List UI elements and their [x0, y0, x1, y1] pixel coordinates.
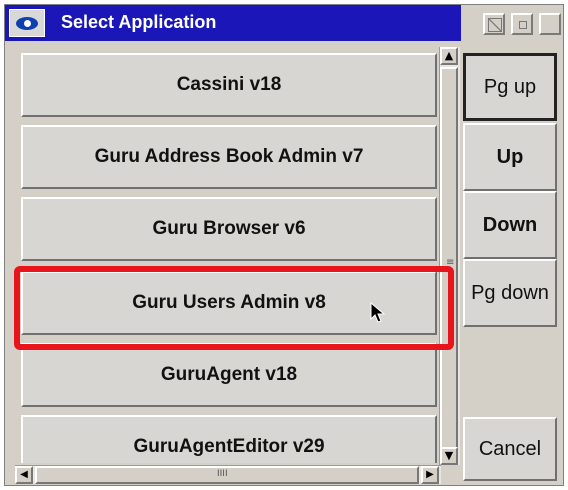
arrow-right-icon[interactable]: ▶ [421, 466, 439, 484]
application-list: Cassini v18 Guru Address Book Admin v7 G… [9, 45, 447, 463]
app-button-browser[interactable]: Guru Browser v6 [21, 197, 437, 261]
mouse-pointer-icon [370, 301, 386, 328]
down-button[interactable]: Down [463, 191, 557, 259]
app-button-guruagent-editor[interactable]: GuruAgentEditor v29 [21, 415, 437, 463]
arrow-down-icon[interactable]: ▼ [440, 447, 458, 465]
title-bar[interactable]: Select Application [5, 5, 461, 41]
arrow-left-icon[interactable]: ◀ [15, 466, 33, 484]
app-button-guruagent[interactable]: GuruAgent v18 [21, 343, 437, 407]
eye-icon [16, 17, 38, 30]
up-button[interactable]: Up [463, 123, 557, 191]
horizontal-scrollbar[interactable]: ◀ IIII ▶ [15, 465, 441, 484]
app-button-address-book-admin[interactable]: Guru Address Book Admin v7 [21, 125, 437, 189]
hscroll-grip-icon: IIII [217, 469, 228, 479]
cancel-button[interactable]: Cancel [463, 417, 557, 481]
app-button-cassini[interactable]: Cassini v18 [21, 53, 437, 117]
minimize-button[interactable] [483, 13, 505, 35]
horizontal-scroll-thumb[interactable]: IIII [35, 466, 419, 484]
close-button[interactable] [539, 13, 561, 35]
vertical-scrollbar[interactable]: ▲ ≡ ▼ [439, 47, 460, 465]
select-application-window: Select Application Cassini v18 Guru Addr… [4, 4, 564, 486]
maximize-button[interactable] [511, 13, 533, 35]
vertical-scroll-thumb[interactable]: ≡ [440, 67, 458, 465]
pg-down-button[interactable]: Pg down [463, 259, 557, 327]
scroll-grip-icon: ≡ [446, 257, 455, 268]
system-menu-button[interactable] [9, 9, 45, 37]
arrow-up-icon[interactable]: ▲ [440, 47, 458, 65]
pg-up-button[interactable]: Pg up [463, 53, 557, 121]
window-title: Select Application [61, 12, 217, 32]
